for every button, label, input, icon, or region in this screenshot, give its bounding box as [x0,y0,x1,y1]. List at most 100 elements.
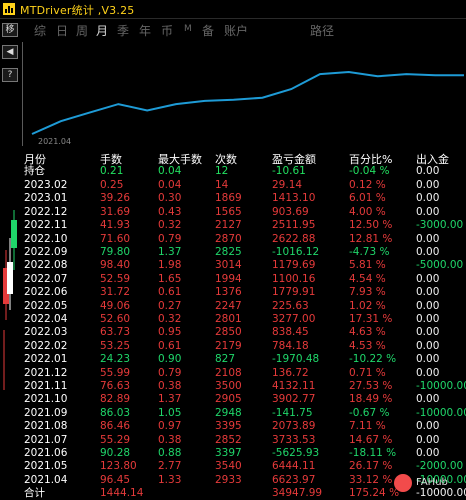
row-count: 3014 [215,259,242,272]
row-count: 2247 [215,299,242,312]
row-percent: 0.12 % [349,179,386,191]
row-count: 2801 [215,313,242,325]
tab-year[interactable]: 年 [139,22,151,39]
row-month: 2021.06 [24,447,68,459]
row-max-lots: 0.04 [158,179,182,191]
row-pnl: 1413.10 [272,192,316,205]
tab-account[interactable]: 账户 [224,22,248,39]
row-lots: 86.03 [100,406,131,419]
row-pnl: 3902.77 [272,393,316,406]
total-pct: 175.24 % [349,487,400,499]
row-pnl: 29.14 [272,179,303,191]
table-row: 2022.11 41.93 0.32 2127 2511.95 12.50 % -3000.… [0,218,466,232]
row-max-lots: 0.79 [158,366,182,379]
row-count: 1994 [215,272,242,285]
row-lots: 86.46 [100,420,131,433]
row-month: 2021.09 [24,406,68,419]
row-lots: 53.25 [100,339,131,352]
row-lots: 76.63 [100,380,131,392]
table-row: 2021.11 76.63 0.38 3500 4132.11 27.53 % -10000… [0,379,466,393]
row-max-lots: 1.37 [158,393,182,406]
row-lots: 63.73 [100,326,131,339]
table-row: 2022.05 49.06 0.27 2247 225.63 1.02 % 0.00 [0,299,466,313]
row-month: 2021.11 [24,380,68,392]
hold-pnl: -10.61 [272,165,306,177]
row-flow: 0.00 [416,299,440,312]
row-lots: 0.25 [100,179,124,191]
row-count: 1565 [215,205,242,218]
row-percent: 4.63 % [349,326,386,339]
row-count: 3397 [215,447,242,459]
row-lots: 90.28 [100,447,131,459]
row-month: 2022.01 [24,353,68,366]
tab-overview[interactable]: 综 [34,22,46,39]
row-flow: 0.00 [416,433,440,446]
row-pnl: 1179.69 [272,259,316,272]
row-pnl: 2511.95 [272,219,316,232]
row-pnl: 6444.11 [272,460,316,473]
table-row: 2022.07 52.59 1.65 1994 1100.16 4.54 % 0.00 [0,272,466,286]
tab-currency[interactable]: 币 [161,22,173,39]
row-lots: 31.69 [100,205,131,218]
equity-curve-chart [31,70,464,135]
row-percent: -0.67 % [349,406,390,419]
hold-count: 12 [215,165,229,177]
row-count: 1376 [215,286,242,299]
help-button[interactable]: ? [2,68,18,82]
row-month: 2021.04 [24,473,68,486]
row-lots: 55.29 [100,433,131,446]
hold-max: 0.04 [158,165,182,177]
total-pnl: 34947.99 [272,487,323,499]
row-max-lots: 0.27 [158,299,182,312]
row-pnl: -1970.48 [272,353,320,366]
table-row: 2021.12 55.99 0.79 2108 136.72 0.71 % 0.00 [0,366,466,380]
row-count: 1869 [215,192,242,205]
row-max-lots: 0.95 [158,326,182,339]
table-row: 2021.07 55.29 0.38 2852 3733.53 14.67 % 0.00 [0,433,466,447]
row-percent: 17.31 % [349,313,393,325]
row-percent: -10.22 % [349,353,397,366]
row-max-lots: 1.05 [158,406,182,419]
total-flow: -10000.00 [416,487,466,499]
hold-label: 持仓 [24,165,45,177]
tab-path[interactable]: 路径 [310,22,334,39]
app-icon [3,3,15,15]
tab-month[interactable]: 月 [96,22,108,39]
row-pnl: 2073.89 [272,420,316,433]
row-flow: -2000.00 [416,460,464,473]
row-count: 2948 [215,406,242,419]
table-row: 2021.06 90.28 0.88 3397 -5625.93 -18.11 % 0.00 [0,446,466,460]
row-percent: 0.71 % [349,366,386,379]
collapse-button-1[interactable]: ◀ [2,45,18,59]
row-pnl: 225.63 [272,299,309,312]
total-lots: 1444.14 [100,487,144,499]
row-lots: 39.26 [100,192,131,205]
chart-x-tick: 2021.04 [38,137,72,146]
row-pnl: 1779.91 [272,286,316,299]
table-row: 2022.10 71.60 0.79 2870 2622.88 12.81 % 0.00 [0,232,466,246]
row-max-lots: 0.43 [158,205,182,218]
tab-quarter[interactable]: 季 [117,22,129,39]
move-button[interactable]: 移 [2,23,18,37]
row-flow: -10000.00 [416,380,466,392]
row-flow: 0.00 [416,420,440,433]
row-flow: 0.00 [416,353,440,366]
row-lots: 52.59 [100,272,131,285]
tab-week[interactable]: 周 [76,22,88,39]
table-row: 2022.02 53.25 0.61 2179 784.18 4.53 % 0.00 [0,339,466,353]
hold-flow: 0.00 [416,165,440,177]
table-row: 2021.08 86.46 0.97 3395 2073.89 7.11 % 0.00 [0,419,466,433]
row-lots: 24.23 [100,353,131,366]
holding-row: 持仓 0.21 0.04 12 -10.61 -0.04 % 0.00 [0,164,466,178]
row-month: 2021.05 [24,460,68,473]
row-count: 2870 [215,232,242,245]
tab-m[interactable]: M [184,24,192,34]
row-month: 2022.04 [24,313,68,325]
row-count: 2905 [215,393,242,406]
tab-day[interactable]: 日 [56,22,68,39]
table-row: 2023.02 0.25 0.04 14 29.14 0.12 % 0.00 [0,178,466,192]
row-max-lots: 1.65 [158,272,182,285]
tab-notes[interactable]: 备 [202,22,214,39]
row-flow: 0.00 [416,326,440,339]
row-percent: -4.73 % [349,246,390,258]
